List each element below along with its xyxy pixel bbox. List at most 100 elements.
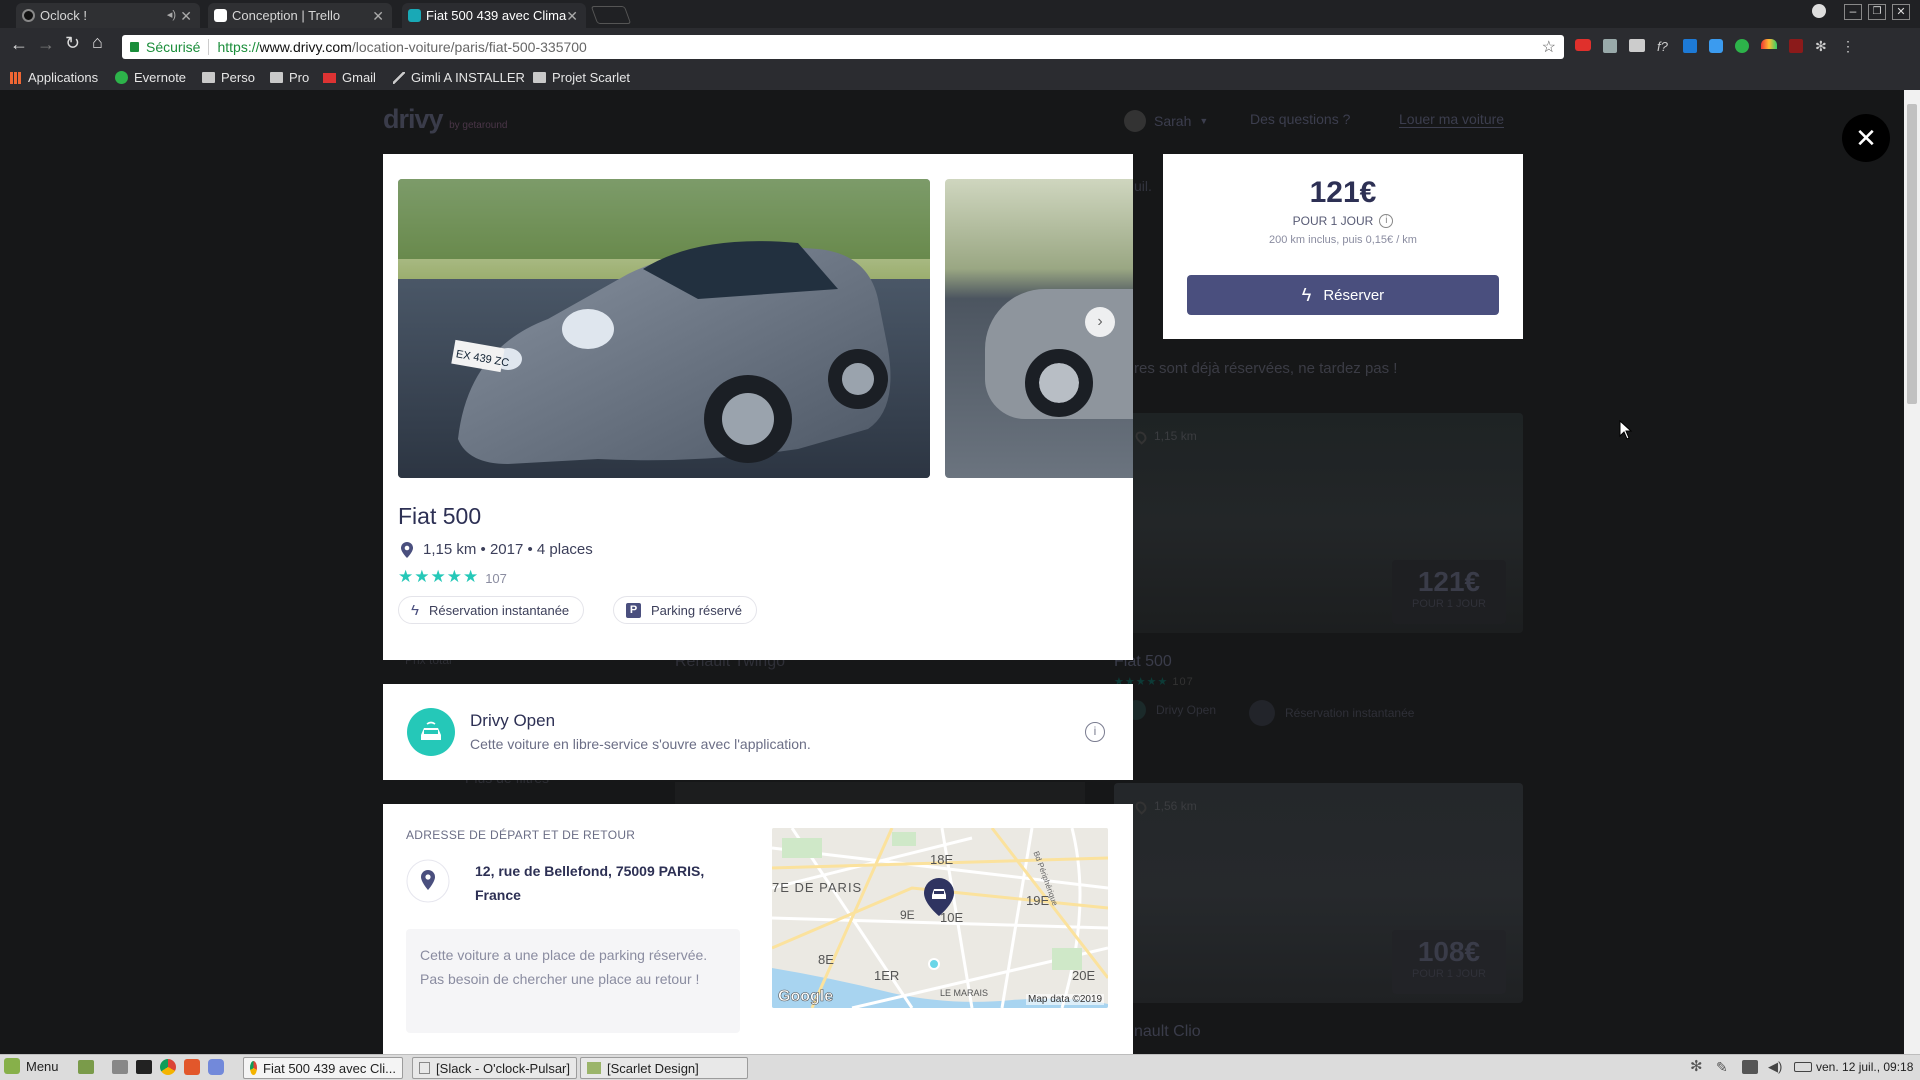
terminal-launcher-icon[interactable] (136, 1060, 152, 1074)
trello-ext-icon[interactable] (1683, 39, 1697, 53)
address-line-2: France (475, 887, 521, 903)
menu-kebab-icon[interactable]: ⋮ (1841, 39, 1855, 53)
bookmark-label: Pro (289, 70, 310, 85)
review-count: 107 (485, 571, 507, 586)
folder-icon (533, 72, 546, 83)
show-desktop-icon[interactable] (78, 1060, 94, 1074)
close-tab-icon[interactable]: ✕ (372, 8, 384, 25)
tab-drivy-active[interactable]: Fiat 500 439 avec Clima ✕ (402, 3, 586, 28)
zoom-ext-icon[interactable] (1709, 39, 1723, 53)
new-tab-button[interactable] (590, 6, 632, 24)
pen-ext-icon[interactable] (1603, 39, 1617, 53)
bookmark-label: Applications (28, 70, 99, 85)
tab-title: Fiat 500 439 avec Clima (426, 8, 567, 23)
reload-icon[interactable]: ↻ (65, 33, 80, 54)
camera-ext-icon[interactable] (1629, 39, 1645, 52)
chrome-launcher-icon[interactable] (160, 1059, 176, 1075)
back-icon[interactable]: ← (10, 34, 28, 55)
discord-launcher-icon[interactable] (208, 1059, 224, 1075)
address-heading: ADRESSE DE DÉPART ET DE RETOUR (406, 828, 636, 842)
bookmark-label: Evernote (134, 70, 187, 85)
forward-icon[interactable]: → (37, 34, 55, 55)
evernote-ext-icon[interactable] (1735, 39, 1749, 53)
scrollbar-thumb[interactable] (1907, 104, 1917, 404)
map-credit: Map data ©2019 (1026, 994, 1105, 1005)
speaker-icon[interactable]: ◂) (167, 8, 176, 21)
bookmark-evernote[interactable]: Evernote (115, 70, 186, 85)
restore-button[interactable]: ❐ (1868, 4, 1886, 20)
bg-distance: 1,15 km (1154, 429, 1197, 443)
location-map[interactable]: 18E 7E DE PARIS 9E 10E 19E 8E 1ER 20E LE… (772, 828, 1108, 1008)
start-menu-button[interactable]: Menu (4, 1058, 59, 1074)
bg-listing-card-1[interactable]: 1,15 km 121€ POUR 1 JOUR (1114, 413, 1523, 633)
battery-tray-icon[interactable] (1794, 1062, 1812, 1072)
skype-launcher-icon[interactable] (184, 1059, 200, 1075)
rainbow-ext-icon[interactable] (1761, 39, 1777, 49)
display-tray-icon[interactable] (1742, 1060, 1758, 1074)
bg-pin-icon (1133, 799, 1149, 815)
system-tray: ✻ ✎ ◀) (1690, 1059, 1812, 1075)
km-info: 200 km inclus, puis 0,15€ / km (1269, 234, 1417, 246)
site-logo[interactable]: drivy by getaround (383, 104, 507, 135)
settings-tray-icon[interactable]: ✻ (1690, 1059, 1706, 1075)
car-photo-main[interactable]: EX 439 ZC (398, 179, 930, 478)
car-map-marker-icon[interactable] (922, 876, 956, 918)
bg-distance: 1,56 km (1154, 799, 1197, 813)
volume-tray-icon[interactable]: ◀) (1768, 1059, 1784, 1075)
carousel-next-button[interactable]: › (1085, 307, 1115, 337)
tools-tray-icon[interactable]: ✎ (1716, 1059, 1732, 1075)
user-menu[interactable]: Sarah ▼ (1124, 110, 1208, 132)
profile-icon[interactable] (1812, 4, 1826, 18)
car-photo-secondary-wheel (1025, 349, 1093, 417)
taskbar-window-chrome[interactable]: Fiat 500 439 avec Cli... (243, 1057, 403, 1079)
bookmark-projet-scarlet[interactable]: Projet Scarlet (533, 70, 630, 85)
minimize-button[interactable]: – (1844, 4, 1862, 20)
youtube-ext-icon[interactable] (1575, 39, 1591, 51)
taskbar-window-scarlet[interactable]: [Scarlet Design] (580, 1057, 748, 1079)
map-label-20e: 20E (1072, 968, 1096, 983)
help-link[interactable]: Des questions ? (1250, 111, 1350, 127)
bookmark-applications[interactable]: Applications (10, 70, 98, 85)
chrome-window-icon (250, 1061, 258, 1075)
bookmark-pro[interactable]: Pro (270, 70, 309, 85)
home-icon[interactable]: ⌂ (92, 32, 103, 53)
bookmark-label: Gimli A INSTALLER (411, 70, 525, 85)
page-scrollbar[interactable] (1904, 90, 1920, 1054)
bg-listing-card-2[interactable]: 1,56 km 108€ POUR 1 JOUR (1114, 783, 1523, 1003)
gear-ext-icon[interactable]: ✻ (1815, 39, 1829, 53)
close-modal-button[interactable]: ✕ (1842, 114, 1890, 162)
files-launcher-icon[interactable] (112, 1060, 128, 1074)
close-tab-icon[interactable]: ✕ (180, 8, 192, 25)
google-logo: Google (778, 988, 834, 1006)
bg-notice-text: uil. (1134, 178, 1152, 194)
clock[interactable]: ven. 12 juil., 09:18 (1816, 1060, 1913, 1074)
font-ext-icon[interactable]: f? (1657, 39, 1671, 54)
drivy-open-card: Drivy Open Cette voiture en libre-servic… (383, 684, 1133, 780)
car-specs: 1,15 km • 2017 • 4 places (423, 541, 593, 558)
book-button[interactable]: ϟ Réserver (1187, 275, 1499, 315)
ublock-ext-icon[interactable] (1789, 39, 1803, 53)
url-scheme: https:// (217, 39, 260, 55)
chip-label: Réservation instantanée (428, 602, 570, 618)
info-icon[interactable]: i (1379, 214, 1394, 228)
bookmark-gimli[interactable]: Gimli A INSTALLER (393, 70, 525, 85)
bg-per-day: POUR 1 JOUR (1412, 968, 1486, 980)
address-bar[interactable]: Sécurisé https:// www.drivy.com /locatio… (122, 35, 1564, 59)
bg-tag-icon (1249, 700, 1275, 726)
close-window-button[interactable]: ✕ (1892, 4, 1910, 20)
bg-per-day: POUR 1 JOUR (1412, 598, 1486, 610)
window-title: Fiat 500 439 avec Cli... (263, 1060, 396, 1076)
tab-oclock[interactable]: Oclock ! ◂) ✕ (16, 3, 200, 28)
rating-row[interactable]: ★★★★★ 107 (398, 567, 507, 587)
bookmark-perso[interactable]: Perso (202, 70, 255, 85)
rent-my-car-link[interactable]: Louer ma voiture (1399, 111, 1505, 128)
bg-review-count: 107 (1172, 676, 1194, 688)
bookmark-gmail[interactable]: Gmail (323, 70, 376, 85)
bookmark-star-icon[interactable]: ☆ (1542, 37, 1556, 57)
drivy-open-icon (407, 708, 455, 756)
tab-trello[interactable]: Conception | Trello ✕ (208, 3, 392, 28)
taskbar-window-slack[interactable]: [Slack - O'clock-Pulsar] (412, 1057, 577, 1079)
bg-tag-instant: Réservation instantanée (1249, 700, 1414, 726)
drivy-open-info-icon[interactable]: i (1085, 722, 1105, 742)
close-tab-icon[interactable]: ✕ (566, 8, 578, 25)
